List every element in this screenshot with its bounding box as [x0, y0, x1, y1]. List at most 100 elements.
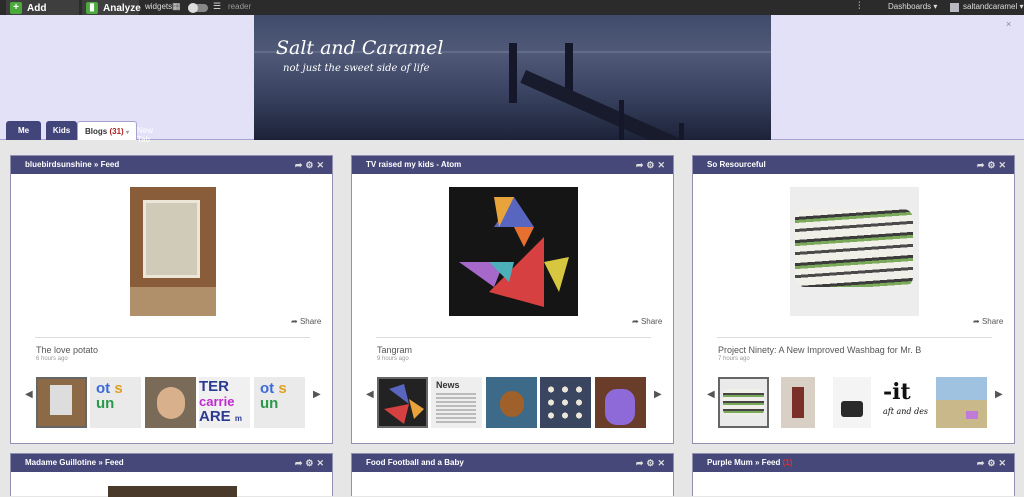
divider — [717, 337, 992, 338]
cookies-pattern — [544, 383, 586, 421]
post-image[interactable] — [790, 187, 919, 316]
post-image[interactable] — [108, 486, 237, 497]
share-label: Share — [299, 317, 322, 326]
user-menu[interactable]: saltandcaramel ▾ — [963, 2, 1024, 11]
gadget-controls[interactable]: ➦⚙✕ — [295, 156, 327, 174]
thumbnail[interactable]: News — [431, 377, 482, 428]
grid-view-icon[interactable]: ▦ — [172, 1, 181, 12]
post-image[interactable] — [449, 187, 578, 316]
tab-kids[interactable]: Kids — [46, 121, 77, 140]
photo-frame — [50, 385, 72, 415]
thumbnail[interactable] — [36, 377, 87, 428]
post-title-link[interactable]: Project Ninety: A New Improved Washbag f… — [718, 345, 921, 355]
top-toolbar: + Add content ▮ Analyze widgets ▦ ☰ read… — [0, 0, 1024, 31]
unread-count-badge: (1) — [782, 458, 793, 467]
thumbnail[interactable] — [718, 377, 769, 428]
thumbnail[interactable] — [540, 377, 591, 428]
news-lines — [436, 393, 476, 423]
gadget-title: So Resourceful — [707, 160, 766, 169]
prev-arrow-icon[interactable]: ◀ — [707, 389, 715, 400]
thumb-text: aft and des — [883, 407, 929, 416]
thumbnail[interactable]: TER carrie ARE m — [199, 377, 250, 428]
post-timestamp: 7 hours ago — [718, 356, 750, 362]
thumbnail[interactable] — [377, 377, 428, 428]
plus-icon: + — [10, 2, 22, 14]
gadget-title: Purple Mum » Feed — [707, 458, 781, 467]
dashboards-menu[interactable]: Dashboards ▾ — [888, 2, 937, 11]
thumbnail[interactable] — [145, 377, 196, 428]
washbag-thumb — [723, 389, 764, 415]
gadget-controls[interactable]: ➦⚙✕ — [636, 156, 668, 174]
tab-label: Kids — [52, 126, 71, 135]
chevron-down-icon[interactable]: ▾ — [126, 130, 129, 136]
username-label: saltandcaramel — [963, 2, 1018, 11]
thumb-letters: ot s un — [96, 380, 123, 412]
gadget-food-football: Food Football and a Baby ➦⚙✕ — [351, 453, 674, 496]
post-title-link[interactable]: The love potato — [36, 345, 98, 355]
gadget-controls[interactable]: ➦⚙✕ — [636, 454, 668, 472]
pier-post — [565, 43, 573, 93]
news-label: News — [436, 380, 460, 390]
share-button[interactable]: ➦ Share — [632, 317, 662, 326]
analyze-label: Analyze — [103, 3, 141, 14]
toggle-knob — [188, 3, 198, 13]
tab-label: Blogs — [85, 127, 108, 136]
pier-post — [509, 43, 517, 103]
post-title-link[interactable]: Tangram — [377, 345, 412, 355]
thumbnail[interactable] — [936, 377, 987, 428]
gadget-purple-mum: Purple Mum » Feed (1) ➦⚙✕ — [692, 453, 1015, 496]
next-arrow-icon[interactable]: ▶ — [654, 389, 662, 400]
new-tab-link[interactable]: New Tab — [137, 126, 153, 144]
thumbnail[interactable] — [486, 377, 537, 428]
photo-frame — [143, 200, 200, 278]
thumbnail[interactable] — [833, 377, 871, 428]
prev-arrow-icon[interactable]: ◀ — [366, 389, 374, 400]
close-icon[interactable]: × — [1006, 19, 1011, 29]
dashboards-label: Dashboards — [888, 2, 932, 11]
tab-count-badge: (31) — [109, 127, 124, 136]
thumb-text: -it — [883, 379, 911, 405]
thumbnail[interactable]: -it aft and des — [881, 377, 932, 428]
widgets-label: widgets — [145, 2, 173, 11]
view-toggle[interactable] — [188, 3, 208, 13]
gadget-controls[interactable]: ➦⚙✕ — [295, 454, 327, 472]
child-face — [157, 387, 185, 419]
share-button[interactable]: ➦ Share — [291, 317, 321, 326]
thumbnail[interactable]: ot s un — [90, 377, 141, 428]
gadget-title: TV raised my kids - Atom — [366, 160, 462, 169]
purple-creature — [605, 389, 635, 425]
washbag — [795, 209, 913, 287]
blog-title: Salt and Caramel — [276, 37, 444, 59]
gadget-bluebirdsunshine: bluebirdsunshine » Feed ➦⚙✕ ➦ Share The l… — [10, 155, 333, 444]
settings-sliders-icon[interactable]: ⫶ — [858, 1, 861, 12]
next-arrow-icon[interactable]: ▶ — [313, 389, 321, 400]
thumbnail[interactable]: ot s un — [254, 377, 305, 428]
blog-subtitle: not just the sweet side of life — [283, 63, 430, 74]
gadget-so-resourceful: So Resourceful ➦⚙✕ ➦ Share Project Ninety… — [692, 155, 1015, 444]
list-view-icon[interactable]: ☰ — [213, 1, 221, 12]
thumbnail[interactable] — [781, 377, 815, 428]
pier-post — [619, 100, 624, 140]
tab-me[interactable]: Me — [6, 121, 41, 140]
tangram-cat-image — [459, 197, 569, 307]
gadget-title: bluebirdsunshine » Feed — [25, 160, 120, 169]
next-arrow-icon[interactable]: ▶ — [995, 389, 1003, 400]
gadget-madame-guillotine: Madame Guillotine » Feed ➦⚙✕ — [10, 453, 333, 497]
post-timestamp: 6 hours ago — [36, 356, 68, 362]
gadget-header: Food Football and a Baby ➦⚙✕ — [352, 454, 673, 472]
cake — [841, 401, 863, 417]
gadget-tv-raised-my-kids: TV raised my kids - Atom ➦⚙✕ ➦ Share Tang… — [351, 155, 674, 444]
pier-post — [679, 123, 684, 140]
prev-arrow-icon[interactable]: ◀ — [25, 389, 33, 400]
divider — [35, 337, 310, 338]
owl-figure — [500, 391, 524, 417]
gadget-controls[interactable]: ➦⚙✕ — [977, 454, 1009, 472]
gadget-controls[interactable]: ➦⚙✕ — [977, 156, 1009, 174]
thumbnail[interactable] — [595, 377, 646, 428]
share-label: Share — [981, 317, 1004, 326]
table-area — [130, 287, 216, 316]
tab-blogs[interactable]: Blogs (31) ▾ — [77, 121, 137, 140]
post-image[interactable] — [130, 187, 216, 316]
share-button[interactable]: ➦ Share — [973, 317, 1003, 326]
tab-label: Me — [17, 126, 30, 135]
